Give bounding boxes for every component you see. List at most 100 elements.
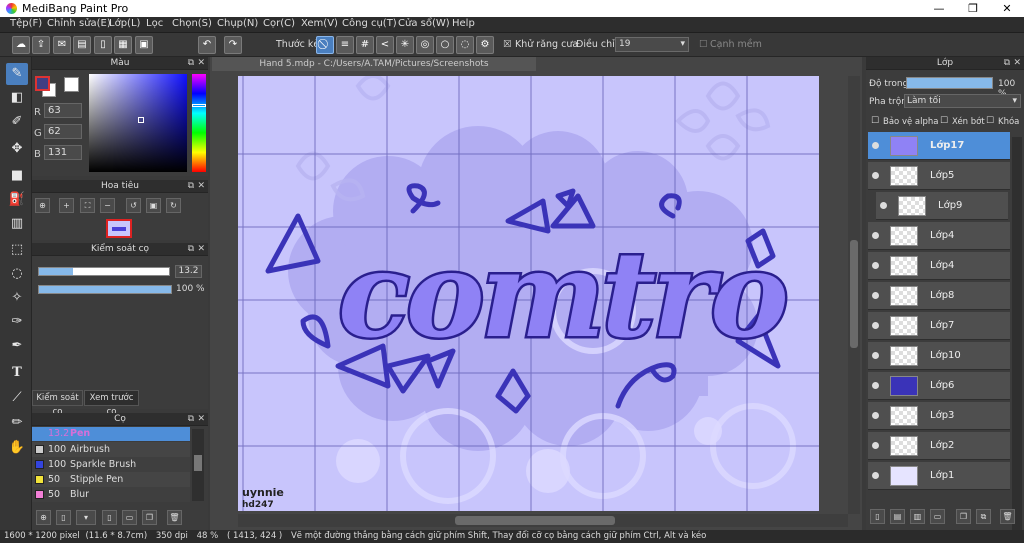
- clip-checkbox[interactable]: ☐: [940, 116, 948, 126]
- divide-tool-icon[interactable]: ⟋: [6, 387, 28, 409]
- transparent-swatch[interactable]: [64, 77, 79, 92]
- eye-icon[interactable]: [872, 172, 879, 179]
- ruler-off-icon[interactable]: ⃠: [316, 36, 334, 54]
- eye-icon[interactable]: [872, 292, 879, 299]
- brush-size-slider[interactable]: [38, 267, 170, 276]
- grid-tool-icon[interactable]: ▣: [135, 36, 153, 54]
- navigator-thumbnail[interactable]: [106, 219, 132, 238]
- trash-icon[interactable]: 🗑: [167, 510, 182, 525]
- settings-ruler-icon[interactable]: ⚙: [476, 36, 494, 54]
- eye-icon[interactable]: [872, 262, 879, 269]
- layer-row[interactable]: Lớp2: [868, 432, 1010, 460]
- close-panel-icon[interactable]: ✕: [197, 243, 205, 256]
- menu-help[interactable]: Help: [452, 18, 475, 29]
- float-icon[interactable]: ⧉: [188, 243, 194, 256]
- layer-row[interactable]: Lớp9: [876, 192, 1008, 220]
- text-tool-icon[interactable]: T: [6, 362, 28, 384]
- eyedropper-tool-icon[interactable]: ✏: [6, 412, 28, 434]
- dot-tool-icon[interactable]: ✐: [6, 111, 28, 133]
- document-tab[interactable]: Hand 5.mdp - C:/Users/A.TAM/Pictures/Scr…: [212, 57, 536, 71]
- menu-view[interactable]: Xem(V): [301, 18, 338, 29]
- hue-slider[interactable]: [192, 74, 206, 172]
- brush-list-scrollbar[interactable]: [192, 429, 204, 501]
- eye-icon[interactable]: [872, 412, 879, 419]
- eye-icon[interactable]: [872, 322, 879, 329]
- hand-tool-icon[interactable]: ✋: [6, 437, 28, 459]
- curve-ruler-icon[interactable]: ◌: [456, 36, 474, 54]
- menu-file[interactable]: Tệp(F): [10, 18, 42, 29]
- shape-tool-icon[interactable]: ■: [6, 165, 28, 187]
- brush-item[interactable]: 50 Stipple Pen: [32, 472, 190, 487]
- select-tool-icon[interactable]: ⬚: [6, 239, 28, 261]
- undo-icon[interactable]: ↶: [198, 36, 216, 54]
- fit-window-icon[interactable]: ⛶: [80, 198, 95, 213]
- new-halftone-layer-icon[interactable]: ▤: [890, 509, 905, 524]
- b-input[interactable]: 131: [44, 145, 82, 160]
- menu-layer[interactable]: Lớp(L): [109, 18, 140, 29]
- comic-icon[interactable]: ▤: [73, 36, 91, 54]
- eye-icon[interactable]: [872, 352, 879, 359]
- eye-icon[interactable]: [872, 472, 879, 479]
- new-layer-icon[interactable]: ▯: [870, 509, 885, 524]
- close-button[interactable]: ✕: [992, 0, 1022, 17]
- brush-item[interactable]: 100 Airbrush: [32, 442, 190, 457]
- concentric-ruler-icon[interactable]: ◎: [416, 36, 434, 54]
- share-icon[interactable]: ⇪: [32, 36, 50, 54]
- close-panel-icon[interactable]: ✕: [197, 180, 205, 193]
- fill-tool-icon[interactable]: ⛽: [6, 189, 28, 211]
- select-eraser-icon[interactable]: ✒: [6, 335, 28, 357]
- layer-row[interactable]: Lớp4: [868, 222, 1010, 250]
- perspective-ruler-icon[interactable]: <: [376, 36, 394, 54]
- brush-selected-row[interactable]: 13.2 Pen: [32, 427, 190, 441]
- close-panel-icon[interactable]: ✕: [197, 413, 205, 426]
- zoom-in-icon[interactable]: +: [59, 198, 74, 213]
- eye-icon[interactable]: [880, 202, 887, 209]
- new-folder-icon[interactable]: ▭: [930, 509, 945, 524]
- eraser-tool-icon[interactable]: ◧: [6, 87, 28, 109]
- layer-row[interactable]: Lớp3: [868, 402, 1010, 430]
- move-tool-icon[interactable]: ✥: [6, 138, 28, 160]
- lock-checkbox[interactable]: ☐: [986, 116, 994, 126]
- add-brush-icon[interactable]: ⊕: [36, 510, 51, 525]
- zoom-fit-icon[interactable]: ⊕: [35, 198, 50, 213]
- menu-brush[interactable]: Cọr(C): [263, 18, 295, 29]
- close-panel-icon[interactable]: ✕: [197, 57, 205, 70]
- hue-handle[interactable]: [192, 104, 206, 107]
- ellipse-ruler-icon[interactable]: ○: [436, 36, 454, 54]
- reset-view-icon[interactable]: ▣: [146, 198, 161, 213]
- correction-select[interactable]: 19 ▾: [615, 37, 689, 52]
- menu-edit[interactable]: Chỉnh sửa(E): [47, 18, 111, 29]
- color-picker-cursor[interactable]: [138, 117, 144, 123]
- delete-layer-icon[interactable]: 🗑: [1000, 509, 1015, 524]
- foreground-color-swatch[interactable]: [35, 76, 50, 91]
- brush-item[interactable]: 100 Sparkle Brush: [32, 457, 190, 472]
- tab-brush-control[interactable]: Kiểm soát cọ: [32, 390, 83, 417]
- lasso-tool-icon[interactable]: ◌: [6, 263, 28, 285]
- g-input[interactable]: 62: [44, 124, 82, 139]
- horizontal-scrollbar[interactable]: [238, 514, 848, 527]
- folder-icon[interactable]: ▭: [122, 510, 137, 525]
- tab-brush-preview[interactable]: Xem trước cọ: [84, 390, 139, 417]
- float-icon[interactable]: ⧉: [188, 57, 194, 70]
- duplicate-icon[interactable]: ▯: [102, 510, 117, 525]
- drawing-canvas[interactable]: comtro uynnie hd247: [238, 76, 819, 511]
- antialias-checkbox[interactable]: ☒: [503, 39, 512, 50]
- maximize-button[interactable]: ❐: [958, 0, 988, 17]
- brush-item[interactable]: 50 Blur: [32, 487, 190, 502]
- chat-icon[interactable]: ✉: [53, 36, 71, 54]
- menu-tools[interactable]: Công cụ(T): [342, 18, 397, 29]
- menu-select[interactable]: Chọn(S): [172, 18, 212, 29]
- vertical-scroll-thumb[interactable]: [850, 240, 858, 348]
- layer-row[interactable]: Lớp8: [868, 282, 1010, 310]
- magic-wand-icon[interactable]: ✧: [6, 287, 28, 309]
- duplicate-layer-icon[interactable]: ❐: [956, 509, 971, 524]
- layer-opacity-slider[interactable]: [906, 77, 993, 89]
- cloud-icon[interactable]: ☁: [12, 36, 30, 54]
- menu-window[interactable]: Cửa sổ(W): [398, 18, 450, 29]
- eye-icon[interactable]: [872, 442, 879, 449]
- zoom-out-icon[interactable]: −: [100, 198, 115, 213]
- select-pen-icon[interactable]: ✑: [6, 311, 28, 333]
- brush-size-value[interactable]: 13.2: [175, 265, 202, 278]
- eye-icon[interactable]: [872, 232, 879, 239]
- menu-filter[interactable]: Lọc: [146, 18, 163, 29]
